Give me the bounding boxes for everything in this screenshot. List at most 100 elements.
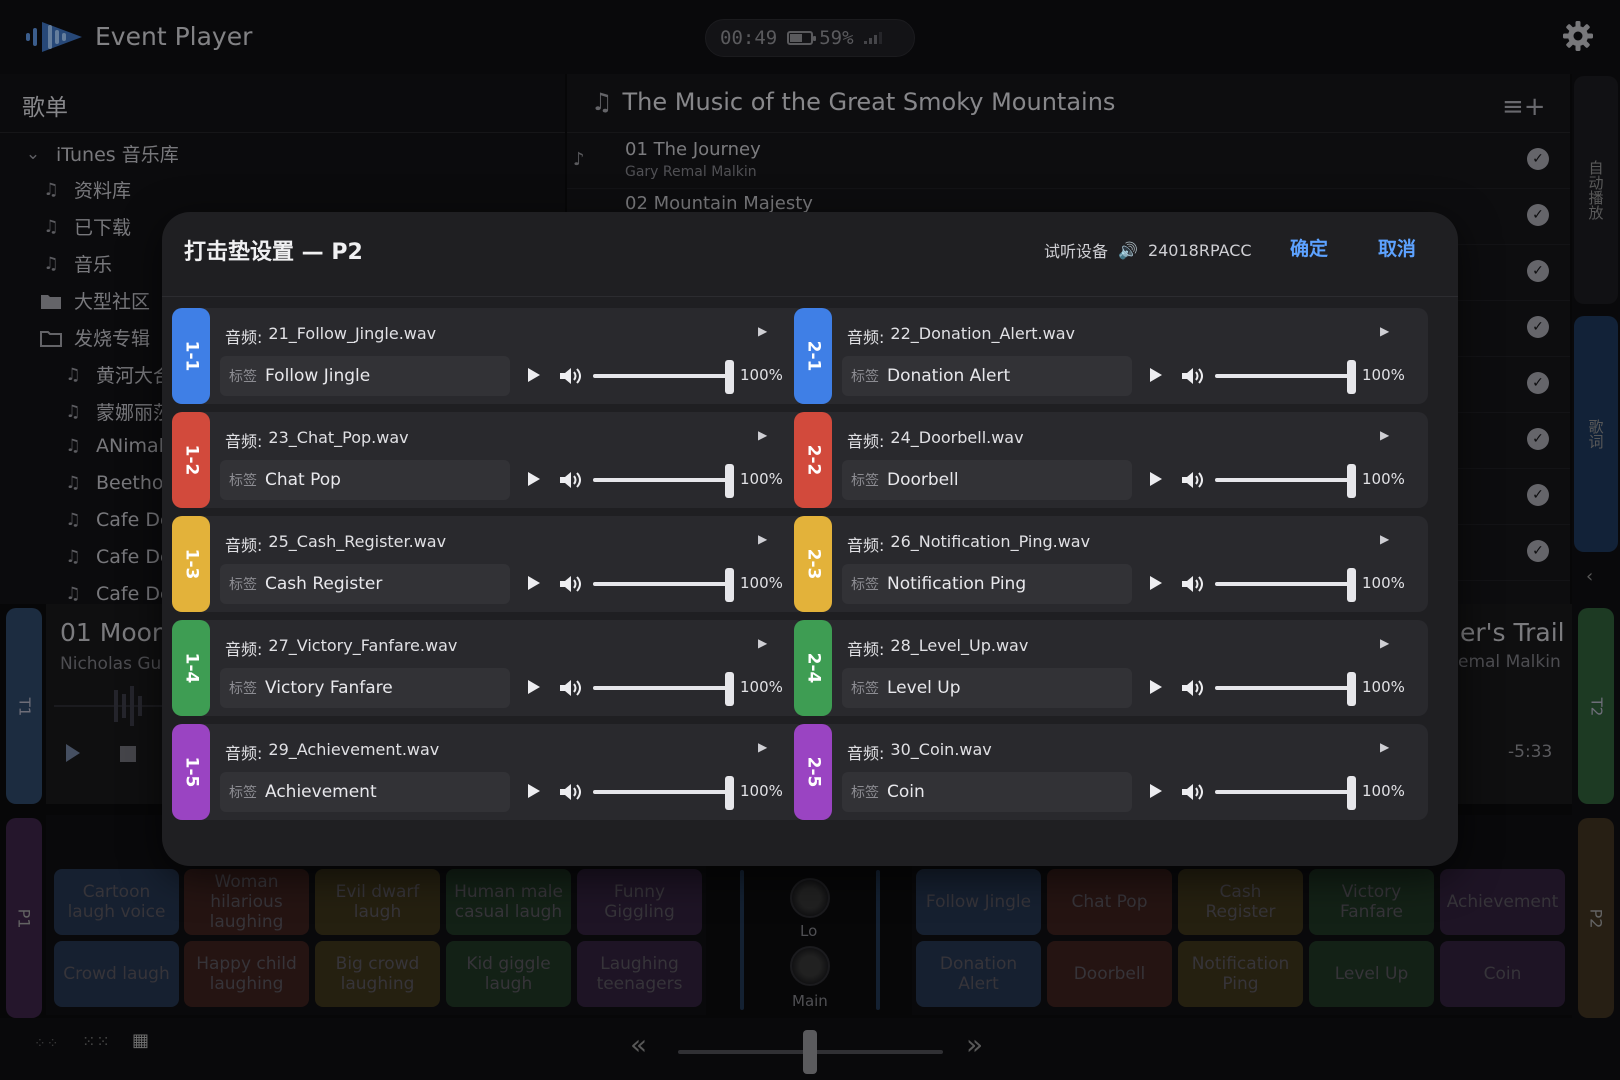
pad-id: 2-4	[803, 652, 823, 684]
volume-icon[interactable]	[1180, 469, 1204, 491]
volume-slider[interactable]	[593, 790, 733, 794]
volume-icon[interactable]	[558, 573, 582, 595]
volume-slider[interactable]	[1215, 582, 1355, 586]
play-icon[interactable]	[1150, 472, 1162, 486]
pad-id-badge: 1-2	[172, 412, 210, 508]
chevron-right-icon[interactable]: ▶	[1380, 324, 1389, 338]
pad-id: 1-4	[181, 652, 201, 684]
chevron-right-icon[interactable]: ▶	[758, 324, 767, 338]
tag-field[interactable]: 标签 Donation Alert	[842, 356, 1132, 396]
tag-field[interactable]: 标签 Achievement	[220, 772, 510, 812]
play-icon[interactable]	[1150, 680, 1162, 694]
volume-slider-handle[interactable]	[1347, 776, 1356, 810]
tag-field[interactable]: 标签 Notification Ping	[842, 564, 1132, 604]
volume-slider-handle[interactable]	[1347, 568, 1356, 602]
tag-prefix: 标签	[851, 473, 879, 489]
chevron-right-icon[interactable]: ▶	[1380, 636, 1389, 650]
volume-icon[interactable]	[1180, 365, 1204, 387]
volume-slider[interactable]	[1215, 478, 1355, 482]
audio-file-selector[interactable]: 音频: 25_Cash_Register.wav	[225, 532, 446, 556]
chevron-right-icon[interactable]: ▶	[758, 740, 767, 754]
volume-slider[interactable]	[1215, 686, 1355, 690]
audio-file-selector[interactable]: 音频: 24_Doorbell.wav	[847, 428, 1024, 452]
audio-file-selector[interactable]: 音频: 23_Chat_Pop.wav	[225, 428, 409, 452]
pad-id-badge: 1-4	[172, 620, 210, 716]
volume-slider-handle[interactable]	[725, 568, 734, 602]
audio-file-selector[interactable]: 音频: 26_Notification_Ping.wav	[847, 532, 1090, 556]
pad-card: 2-2 音频: 24_Doorbell.wav ▶ 标签 Doorbell 100%	[794, 412, 1428, 508]
audio-prefix: 音频:	[225, 640, 263, 659]
chevron-right-icon[interactable]: ▶	[1380, 740, 1389, 754]
tag-prefix: 标签	[229, 473, 257, 489]
tag-field[interactable]: 标签 Level Up	[842, 668, 1132, 708]
pad-card: 1-5 音频: 29_Achievement.wav ▶ 标签 Achievemen…	[172, 724, 806, 820]
volume-icon[interactable]	[1180, 781, 1204, 803]
pad-id-badge: 1-3	[172, 516, 210, 612]
volume-percent: 100%	[1362, 678, 1405, 696]
audio-file-selector[interactable]: 音频: 29_Achievement.wav	[225, 740, 439, 764]
confirm-button[interactable]: 确定	[1290, 234, 1328, 261]
chevron-right-icon[interactable]: ▶	[1380, 428, 1389, 442]
volume-slider-handle[interactable]	[725, 360, 734, 394]
play-icon[interactable]	[1150, 368, 1162, 382]
volume-slider[interactable]	[593, 374, 733, 378]
pad-id-badge: 2-4	[794, 620, 832, 716]
volume-slider[interactable]	[593, 478, 733, 482]
volume-icon[interactable]	[1180, 573, 1204, 595]
tag-field[interactable]: 标签 Chat Pop	[220, 460, 510, 500]
play-icon[interactable]	[528, 680, 540, 694]
volume-slider-handle[interactable]	[1347, 464, 1356, 498]
volume-slider[interactable]	[1215, 374, 1355, 378]
chevron-right-icon[interactable]: ▶	[1380, 532, 1389, 546]
volume-slider-handle[interactable]	[725, 672, 734, 706]
volume-icon[interactable]	[558, 677, 582, 699]
tag-field[interactable]: 标签 Coin	[842, 772, 1132, 812]
audio-file-selector[interactable]: 音频: 22_Donation_Alert.wav	[847, 324, 1075, 348]
cancel-button[interactable]: 取消	[1378, 234, 1416, 261]
volume-slider-handle[interactable]	[725, 464, 734, 498]
play-icon[interactable]	[528, 368, 540, 382]
audio-prefix: 音频:	[225, 744, 263, 763]
play-icon[interactable]	[1150, 576, 1162, 590]
pad-card: 2-3 音频: 26_Notification_Ping.wav ▶ 标签 Noti…	[794, 516, 1428, 612]
audio-file-name: 30_Coin.wav	[890, 740, 992, 759]
pad-card: 1-2 音频: 23_Chat_Pop.wav ▶ 标签 Chat Pop 100%	[172, 412, 806, 508]
volume-icon[interactable]	[558, 781, 582, 803]
play-icon[interactable]	[528, 472, 540, 486]
volume-icon[interactable]	[558, 469, 582, 491]
tag-prefix: 标签	[229, 577, 257, 593]
volume-icon[interactable]	[558, 365, 582, 387]
pad-id: 2-1	[803, 340, 823, 372]
play-icon[interactable]	[528, 576, 540, 590]
volume-percent: 100%	[1362, 574, 1405, 592]
chevron-right-icon[interactable]: ▶	[758, 428, 767, 442]
volume-slider-handle[interactable]	[1347, 672, 1356, 706]
play-icon[interactable]	[528, 784, 540, 798]
tag-value: Level Up	[887, 678, 961, 698]
play-icon[interactable]	[1150, 784, 1162, 798]
volume-slider-handle[interactable]	[725, 776, 734, 810]
tag-field[interactable]: 标签 Cash Register	[220, 564, 510, 604]
volume-slider[interactable]	[593, 582, 733, 586]
pad-card: 2-1 音频: 22_Donation_Alert.wav ▶ 标签 Donatio…	[794, 308, 1428, 404]
pad-id: 1-2	[181, 444, 201, 476]
audio-prefix: 音频:	[225, 536, 263, 555]
tag-field[interactable]: 标签 Follow Jingle	[220, 356, 510, 396]
audio-file-selector[interactable]: 音频: 21_Follow_Jingle.wav	[225, 324, 436, 348]
volume-slider[interactable]	[593, 686, 733, 690]
tag-field[interactable]: 标签 Victory Fanfare	[220, 668, 510, 708]
pad-id-badge: 2-5	[794, 724, 832, 820]
tag-value: Donation Alert	[887, 366, 1011, 386]
audio-file-name: 23_Chat_Pop.wav	[268, 428, 409, 447]
volume-slider-handle[interactable]	[1347, 360, 1356, 394]
tag-field[interactable]: 标签 Doorbell	[842, 460, 1132, 500]
audio-file-selector[interactable]: 音频: 27_Victory_Fanfare.wav	[225, 636, 457, 660]
chevron-right-icon[interactable]: ▶	[758, 532, 767, 546]
preview-device[interactable]: 试听设备 🔊 24018RPACC	[1044, 238, 1252, 262]
audio-file-selector[interactable]: 音频: 28_Level_Up.wav	[847, 636, 1028, 660]
audio-file-selector[interactable]: 音频: 30_Coin.wav	[847, 740, 992, 764]
audio-file-name: 22_Donation_Alert.wav	[890, 324, 1075, 343]
chevron-right-icon[interactable]: ▶	[758, 636, 767, 650]
volume-slider[interactable]	[1215, 790, 1355, 794]
volume-icon[interactable]	[1180, 677, 1204, 699]
